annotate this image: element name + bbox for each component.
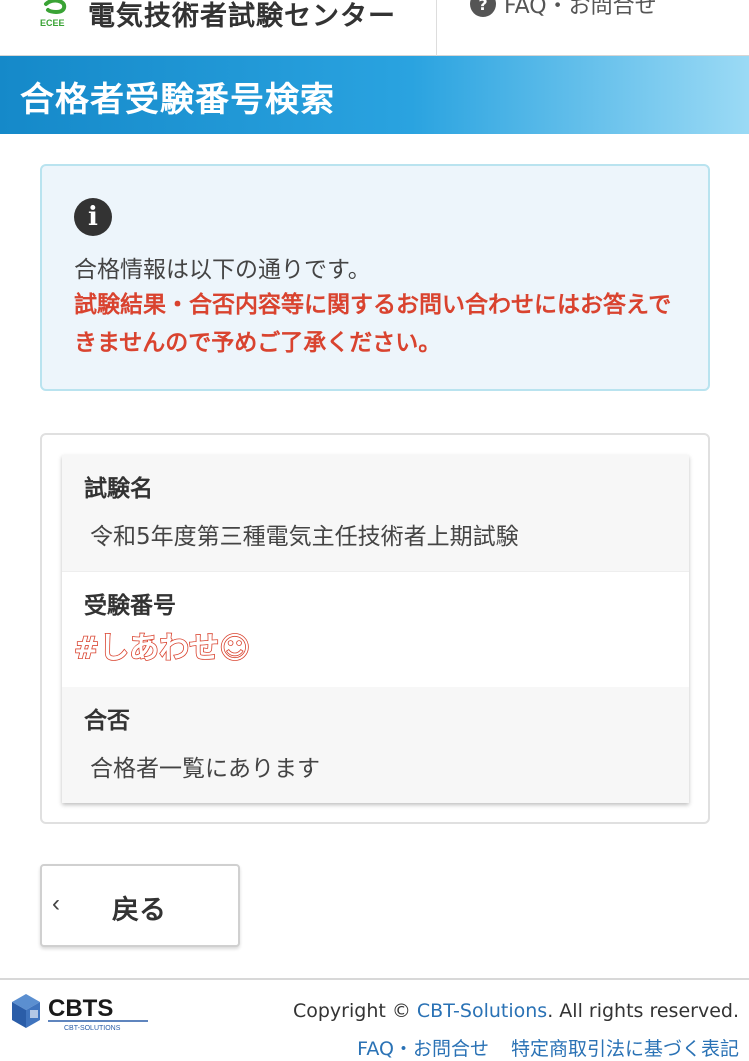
cbt-solutions-link[interactable]: CBT-Solutions <box>417 1000 547 1022</box>
logo-text: ECEE <box>40 18 65 28</box>
header-faq-label: FAQ・お問合せ <box>504 0 657 19</box>
exam-name-label: 試験名 <box>84 476 153 502</box>
header-faq-link[interactable]: ? FAQ・お問合せ <box>470 0 657 20</box>
footer-faq-link[interactable]: FAQ・お問合せ <box>357 1038 489 1060</box>
handwritten-text: #しあわせ☺ <box>74 631 250 666</box>
exam-number-label: 受験番号 <box>84 593 176 619</box>
pass-fail-label: 合否 <box>84 708 130 734</box>
footer-links: FAQ・お問合せ 特定商取引法に基づく表記 <box>357 1034 739 1061</box>
ecee-logo[interactable]: ECEE <box>38 0 76 28</box>
page-title: 合格者受験番号検索 <box>20 80 335 120</box>
question-circle-icon: ? <box>470 0 496 17</box>
back-button[interactable]: ‹ 戻る <box>40 864 240 947</box>
handwritten-exam-number: #しあわせ☺ <box>73 630 251 667</box>
info-alert: i 合格情報は以下の通りです。 試験結果・合否内容等に関するお問い合わせにはお答… <box>40 164 710 391</box>
back-button-label: 戻る <box>112 895 166 925</box>
exam-name-value: 令和5年度第三種電気主任技術者上期試験 <box>90 524 519 550</box>
alert-message: 合格情報は以下の通りです。 <box>74 257 371 283</box>
info-circle-icon: i <box>74 198 112 236</box>
cbts-logo[interactable]: CBTS CBT-SOLUTIONS <box>8 990 153 1032</box>
chevron-left-icon: ‹ <box>52 890 60 917</box>
exam-name-field: 試験名 令和5年度第三種電気主任技術者上期試験 <box>62 455 689 571</box>
footer-law-link[interactable]: 特定商取引法に基づく表記 <box>511 1038 739 1060</box>
pass-fail-value: 合格者一覧にあります <box>90 756 320 782</box>
result-list: 試験名 令和5年度第三種電気主任技術者上期試験 受験番号 #しあわせ☺ 合否 合… <box>62 455 689 803</box>
cbts-logo-text: CBTS <box>48 995 113 1022</box>
title-band: 合格者受験番号検索 <box>0 56 749 134</box>
alert-warning: 試験結果・合否内容等に関するお問い合わせにはお答えできませんので予めご了承くださ… <box>74 292 672 356</box>
copyright-prefix: Copyright © <box>292 1000 417 1022</box>
site-name[interactable]: 電気技術者試験センター <box>88 0 396 33</box>
site-header: ECEE 電気技術者試験センター ? FAQ・お問合せ <box>0 0 749 56</box>
copyright: Copyright © CBT-Solutions. All rights re… <box>293 1000 739 1022</box>
site-footer: CBTS CBT-SOLUTIONS Copyright © CBT-Solut… <box>0 978 749 1060</box>
copyright-suffix: . All rights reserved. <box>547 1000 739 1022</box>
result-card: 試験名 令和5年度第三種電気主任技術者上期試験 受験番号 #しあわせ☺ 合否 合… <box>40 433 710 824</box>
exam-number-field: 受験番号 #しあわせ☺ <box>62 571 689 687</box>
header-divider <box>436 0 437 56</box>
cbts-logo-sub: CBT-SOLUTIONS <box>64 1025 121 1032</box>
pass-fail-field: 合否 合格者一覧にあります <box>62 687 689 803</box>
